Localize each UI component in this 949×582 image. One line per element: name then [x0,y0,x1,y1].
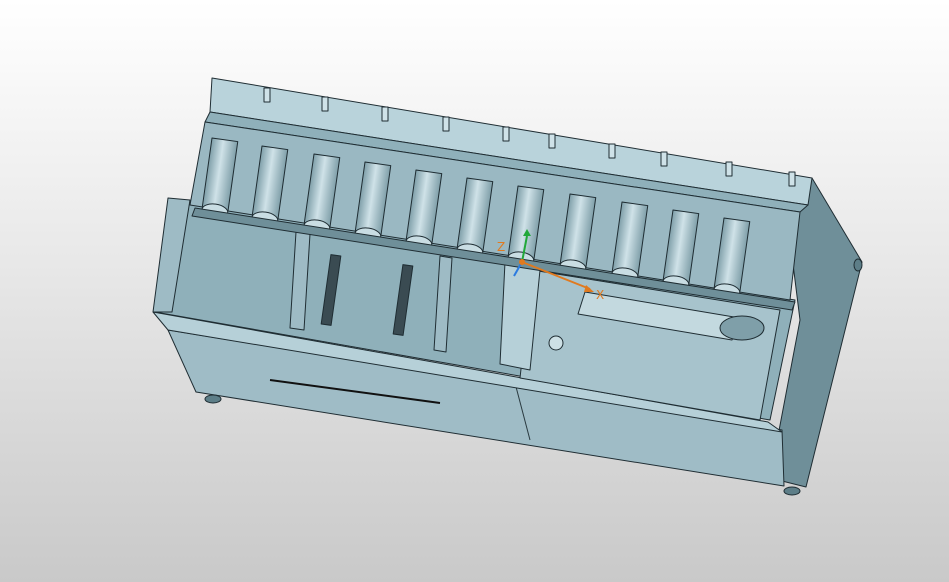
z-axis-label: Z [497,240,505,254]
model-canvas[interactable]: Z X [0,0,949,582]
foot [853,258,863,272]
drive-motor [719,315,765,341]
x-axis-label: X [596,288,604,302]
origin-marker [519,259,525,265]
cad-viewport[interactable]: Z X [0,0,949,582]
access-port [548,335,564,351]
foot [783,486,801,496]
foot [204,394,222,404]
conveyor-assembly[interactable] [152,77,863,496]
